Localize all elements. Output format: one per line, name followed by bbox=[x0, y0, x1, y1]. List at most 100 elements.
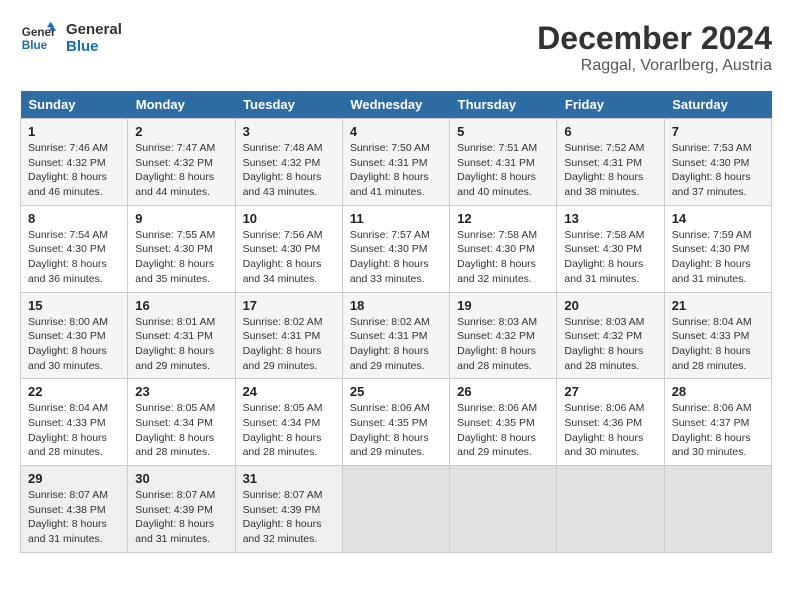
calendar-day-cell: 22 Sunrise: 8:04 AM Sunset: 4:33 PM Dayli… bbox=[21, 379, 128, 466]
calendar-day-cell: 12 Sunrise: 7:58 AM Sunset: 4:30 PM Dayli… bbox=[450, 205, 557, 292]
day-info: Sunrise: 7:50 AM Sunset: 4:31 PM Dayligh… bbox=[350, 141, 442, 200]
calendar-week-row: 1 Sunrise: 7:46 AM Sunset: 4:32 PM Daylig… bbox=[21, 119, 772, 206]
day-number: 31 bbox=[243, 471, 335, 486]
weekday-header-wednesday: Wednesday bbox=[342, 91, 449, 119]
day-info: Sunrise: 7:57 AM Sunset: 4:30 PM Dayligh… bbox=[350, 228, 442, 287]
weekday-header-tuesday: Tuesday bbox=[235, 91, 342, 119]
calendar-day-cell bbox=[557, 466, 664, 553]
day-info: Sunrise: 8:07 AM Sunset: 4:38 PM Dayligh… bbox=[28, 488, 120, 547]
weekday-header-friday: Friday bbox=[557, 91, 664, 119]
logo: General Blue General Blue bbox=[20, 20, 122, 56]
calendar-day-cell: 25Sunrise: 8:06 AM Sunset: 4:35 PM Dayli… bbox=[342, 379, 449, 466]
calendar-day-cell: 23 Sunrise: 8:05 AM Sunset: 4:34 PM Dayli… bbox=[128, 379, 235, 466]
calendar-day-cell: 5 Sunrise: 7:51 AM Sunset: 4:31 PM Daylig… bbox=[450, 119, 557, 206]
calendar-day-cell: 19 Sunrise: 8:03 AM Sunset: 4:32 PM Dayli… bbox=[450, 292, 557, 379]
logo-icon: General Blue bbox=[20, 20, 56, 56]
calendar-day-cell: 24 Sunrise: 8:05 AM Sunset: 4:34 PM Dayli… bbox=[235, 379, 342, 466]
day-info: Sunrise: 8:07 AM Sunset: 4:39 PM Dayligh… bbox=[243, 488, 335, 547]
calendar-day-cell: 21Sunrise: 8:04 AM Sunset: 4:33 PM Dayli… bbox=[664, 292, 771, 379]
day-number: 26 bbox=[457, 384, 549, 399]
calendar-subtitle: Raggal, Vorarlberg, Austria bbox=[537, 57, 772, 75]
day-info: Sunrise: 7:59 AM Sunset: 4:30 PM Dayligh… bbox=[672, 228, 764, 287]
calendar-day-cell: 7 Sunrise: 7:53 AM Sunset: 4:30 PM Daylig… bbox=[664, 119, 771, 206]
day-number: 27 bbox=[564, 384, 656, 399]
day-info: Sunrise: 8:04 AM Sunset: 4:33 PM Dayligh… bbox=[672, 315, 764, 374]
day-info: Sunrise: 7:48 AM Sunset: 4:32 PM Dayligh… bbox=[243, 141, 335, 200]
calendar-day-cell bbox=[342, 466, 449, 553]
day-info: Sunrise: 8:04 AM Sunset: 4:33 PM Dayligh… bbox=[28, 401, 120, 460]
day-number: 9 bbox=[135, 211, 227, 226]
day-number: 16 bbox=[135, 298, 227, 313]
day-number: 5 bbox=[457, 124, 549, 139]
day-info: Sunrise: 7:54 AM Sunset: 4:30 PM Dayligh… bbox=[28, 228, 120, 287]
calendar-day-cell: 13 Sunrise: 7:58 AM Sunset: 4:30 PM Dayli… bbox=[557, 205, 664, 292]
day-info: Sunrise: 8:06 AM Sunset: 4:35 PM Dayligh… bbox=[457, 401, 549, 460]
day-info: Sunrise: 7:51 AM Sunset: 4:31 PM Dayligh… bbox=[457, 141, 549, 200]
day-info: Sunrise: 8:05 AM Sunset: 4:34 PM Dayligh… bbox=[243, 401, 335, 460]
calendar-day-cell: 6 Sunrise: 7:52 AM Sunset: 4:31 PM Daylig… bbox=[557, 119, 664, 206]
title-block: December 2024 Raggal, Vorarlberg, Austri… bbox=[537, 20, 772, 75]
day-number: 4 bbox=[350, 124, 442, 139]
calendar-day-cell: 10Sunrise: 7:56 AM Sunset: 4:30 PM Dayli… bbox=[235, 205, 342, 292]
calendar-day-cell: 1 Sunrise: 7:46 AM Sunset: 4:32 PM Daylig… bbox=[21, 119, 128, 206]
calendar-day-cell bbox=[450, 466, 557, 553]
day-info: Sunrise: 8:02 AM Sunset: 4:31 PM Dayligh… bbox=[243, 315, 335, 374]
day-number: 28 bbox=[672, 384, 764, 399]
day-info: Sunrise: 7:46 AM Sunset: 4:32 PM Dayligh… bbox=[28, 141, 120, 200]
day-number: 7 bbox=[672, 124, 764, 139]
weekday-header-sunday: Sunday bbox=[21, 91, 128, 119]
calendar-day-cell: 9 Sunrise: 7:55 AM Sunset: 4:30 PM Daylig… bbox=[128, 205, 235, 292]
weekday-header-thursday: Thursday bbox=[450, 91, 557, 119]
day-info: Sunrise: 7:52 AM Sunset: 4:31 PM Dayligh… bbox=[564, 141, 656, 200]
weekday-header-saturday: Saturday bbox=[664, 91, 771, 119]
day-info: Sunrise: 8:03 AM Sunset: 4:32 PM Dayligh… bbox=[457, 315, 549, 374]
calendar-day-cell: 14Sunrise: 7:59 AM Sunset: 4:30 PM Dayli… bbox=[664, 205, 771, 292]
day-info: Sunrise: 8:06 AM Sunset: 4:35 PM Dayligh… bbox=[350, 401, 442, 460]
day-info: Sunrise: 8:01 AM Sunset: 4:31 PM Dayligh… bbox=[135, 315, 227, 374]
day-info: Sunrise: 7:55 AM Sunset: 4:30 PM Dayligh… bbox=[135, 228, 227, 287]
day-number: 23 bbox=[135, 384, 227, 399]
day-info: Sunrise: 7:47 AM Sunset: 4:32 PM Dayligh… bbox=[135, 141, 227, 200]
day-number: 6 bbox=[564, 124, 656, 139]
day-info: Sunrise: 8:03 AM Sunset: 4:32 PM Dayligh… bbox=[564, 315, 656, 374]
day-number: 20 bbox=[564, 298, 656, 313]
svg-text:Blue: Blue bbox=[22, 39, 48, 52]
day-info: Sunrise: 7:58 AM Sunset: 4:30 PM Dayligh… bbox=[457, 228, 549, 287]
day-info: Sunrise: 8:05 AM Sunset: 4:34 PM Dayligh… bbox=[135, 401, 227, 460]
day-info: Sunrise: 8:06 AM Sunset: 4:36 PM Dayligh… bbox=[564, 401, 656, 460]
day-number: 13 bbox=[564, 211, 656, 226]
calendar-day-cell: 29Sunrise: 8:07 AM Sunset: 4:38 PM Dayli… bbox=[21, 466, 128, 553]
logo-blue: Blue bbox=[66, 38, 122, 55]
day-number: 1 bbox=[28, 124, 120, 139]
day-number: 17 bbox=[243, 298, 335, 313]
calendar-body: 1 Sunrise: 7:46 AM Sunset: 4:32 PM Daylig… bbox=[21, 119, 772, 553]
day-number: 19 bbox=[457, 298, 549, 313]
day-number: 2 bbox=[135, 124, 227, 139]
calendar-week-row: 8 Sunrise: 7:54 AM Sunset: 4:30 PM Daylig… bbox=[21, 205, 772, 292]
calendar-day-cell: 17 Sunrise: 8:02 AM Sunset: 4:31 PM Dayli… bbox=[235, 292, 342, 379]
calendar-day-cell: 2 Sunrise: 7:47 AM Sunset: 4:32 PM Daylig… bbox=[128, 119, 235, 206]
day-number: 12 bbox=[457, 211, 549, 226]
day-info: Sunrise: 7:58 AM Sunset: 4:30 PM Dayligh… bbox=[564, 228, 656, 287]
calendar-day-cell: 11 Sunrise: 7:57 AM Sunset: 4:30 PM Dayli… bbox=[342, 205, 449, 292]
day-number: 15 bbox=[28, 298, 120, 313]
day-info: Sunrise: 7:56 AM Sunset: 4:30 PM Dayligh… bbox=[243, 228, 335, 287]
calendar-week-row: 22 Sunrise: 8:04 AM Sunset: 4:33 PM Dayli… bbox=[21, 379, 772, 466]
calendar-day-cell: 16 Sunrise: 8:01 AM Sunset: 4:31 PM Dayli… bbox=[128, 292, 235, 379]
calendar-day-cell: 30Sunrise: 8:07 AM Sunset: 4:39 PM Dayli… bbox=[128, 466, 235, 553]
day-info: Sunrise: 8:07 AM Sunset: 4:39 PM Dayligh… bbox=[135, 488, 227, 547]
calendar-title: December 2024 bbox=[537, 20, 772, 57]
page-header: General Blue General Blue December 2024 … bbox=[20, 20, 772, 75]
day-info: Sunrise: 7:53 AM Sunset: 4:30 PM Dayligh… bbox=[672, 141, 764, 200]
day-number: 22 bbox=[28, 384, 120, 399]
calendar-header-row: SundayMondayTuesdayWednesdayThursdayFrid… bbox=[21, 91, 772, 119]
calendar-day-cell: 26 Sunrise: 8:06 AM Sunset: 4:35 PM Dayli… bbox=[450, 379, 557, 466]
day-number: 11 bbox=[350, 211, 442, 226]
calendar-week-row: 15Sunrise: 8:00 AM Sunset: 4:30 PM Dayli… bbox=[21, 292, 772, 379]
calendar-day-cell: 4 Sunrise: 7:50 AM Sunset: 4:31 PM Daylig… bbox=[342, 119, 449, 206]
day-number: 24 bbox=[243, 384, 335, 399]
calendar-day-cell: 31 Sunrise: 8:07 AM Sunset: 4:39 PM Dayli… bbox=[235, 466, 342, 553]
day-number: 8 bbox=[28, 211, 120, 226]
calendar-table: SundayMondayTuesdayWednesdayThursdayFrid… bbox=[20, 91, 772, 553]
calendar-day-cell: 15Sunrise: 8:00 AM Sunset: 4:30 PM Dayli… bbox=[21, 292, 128, 379]
